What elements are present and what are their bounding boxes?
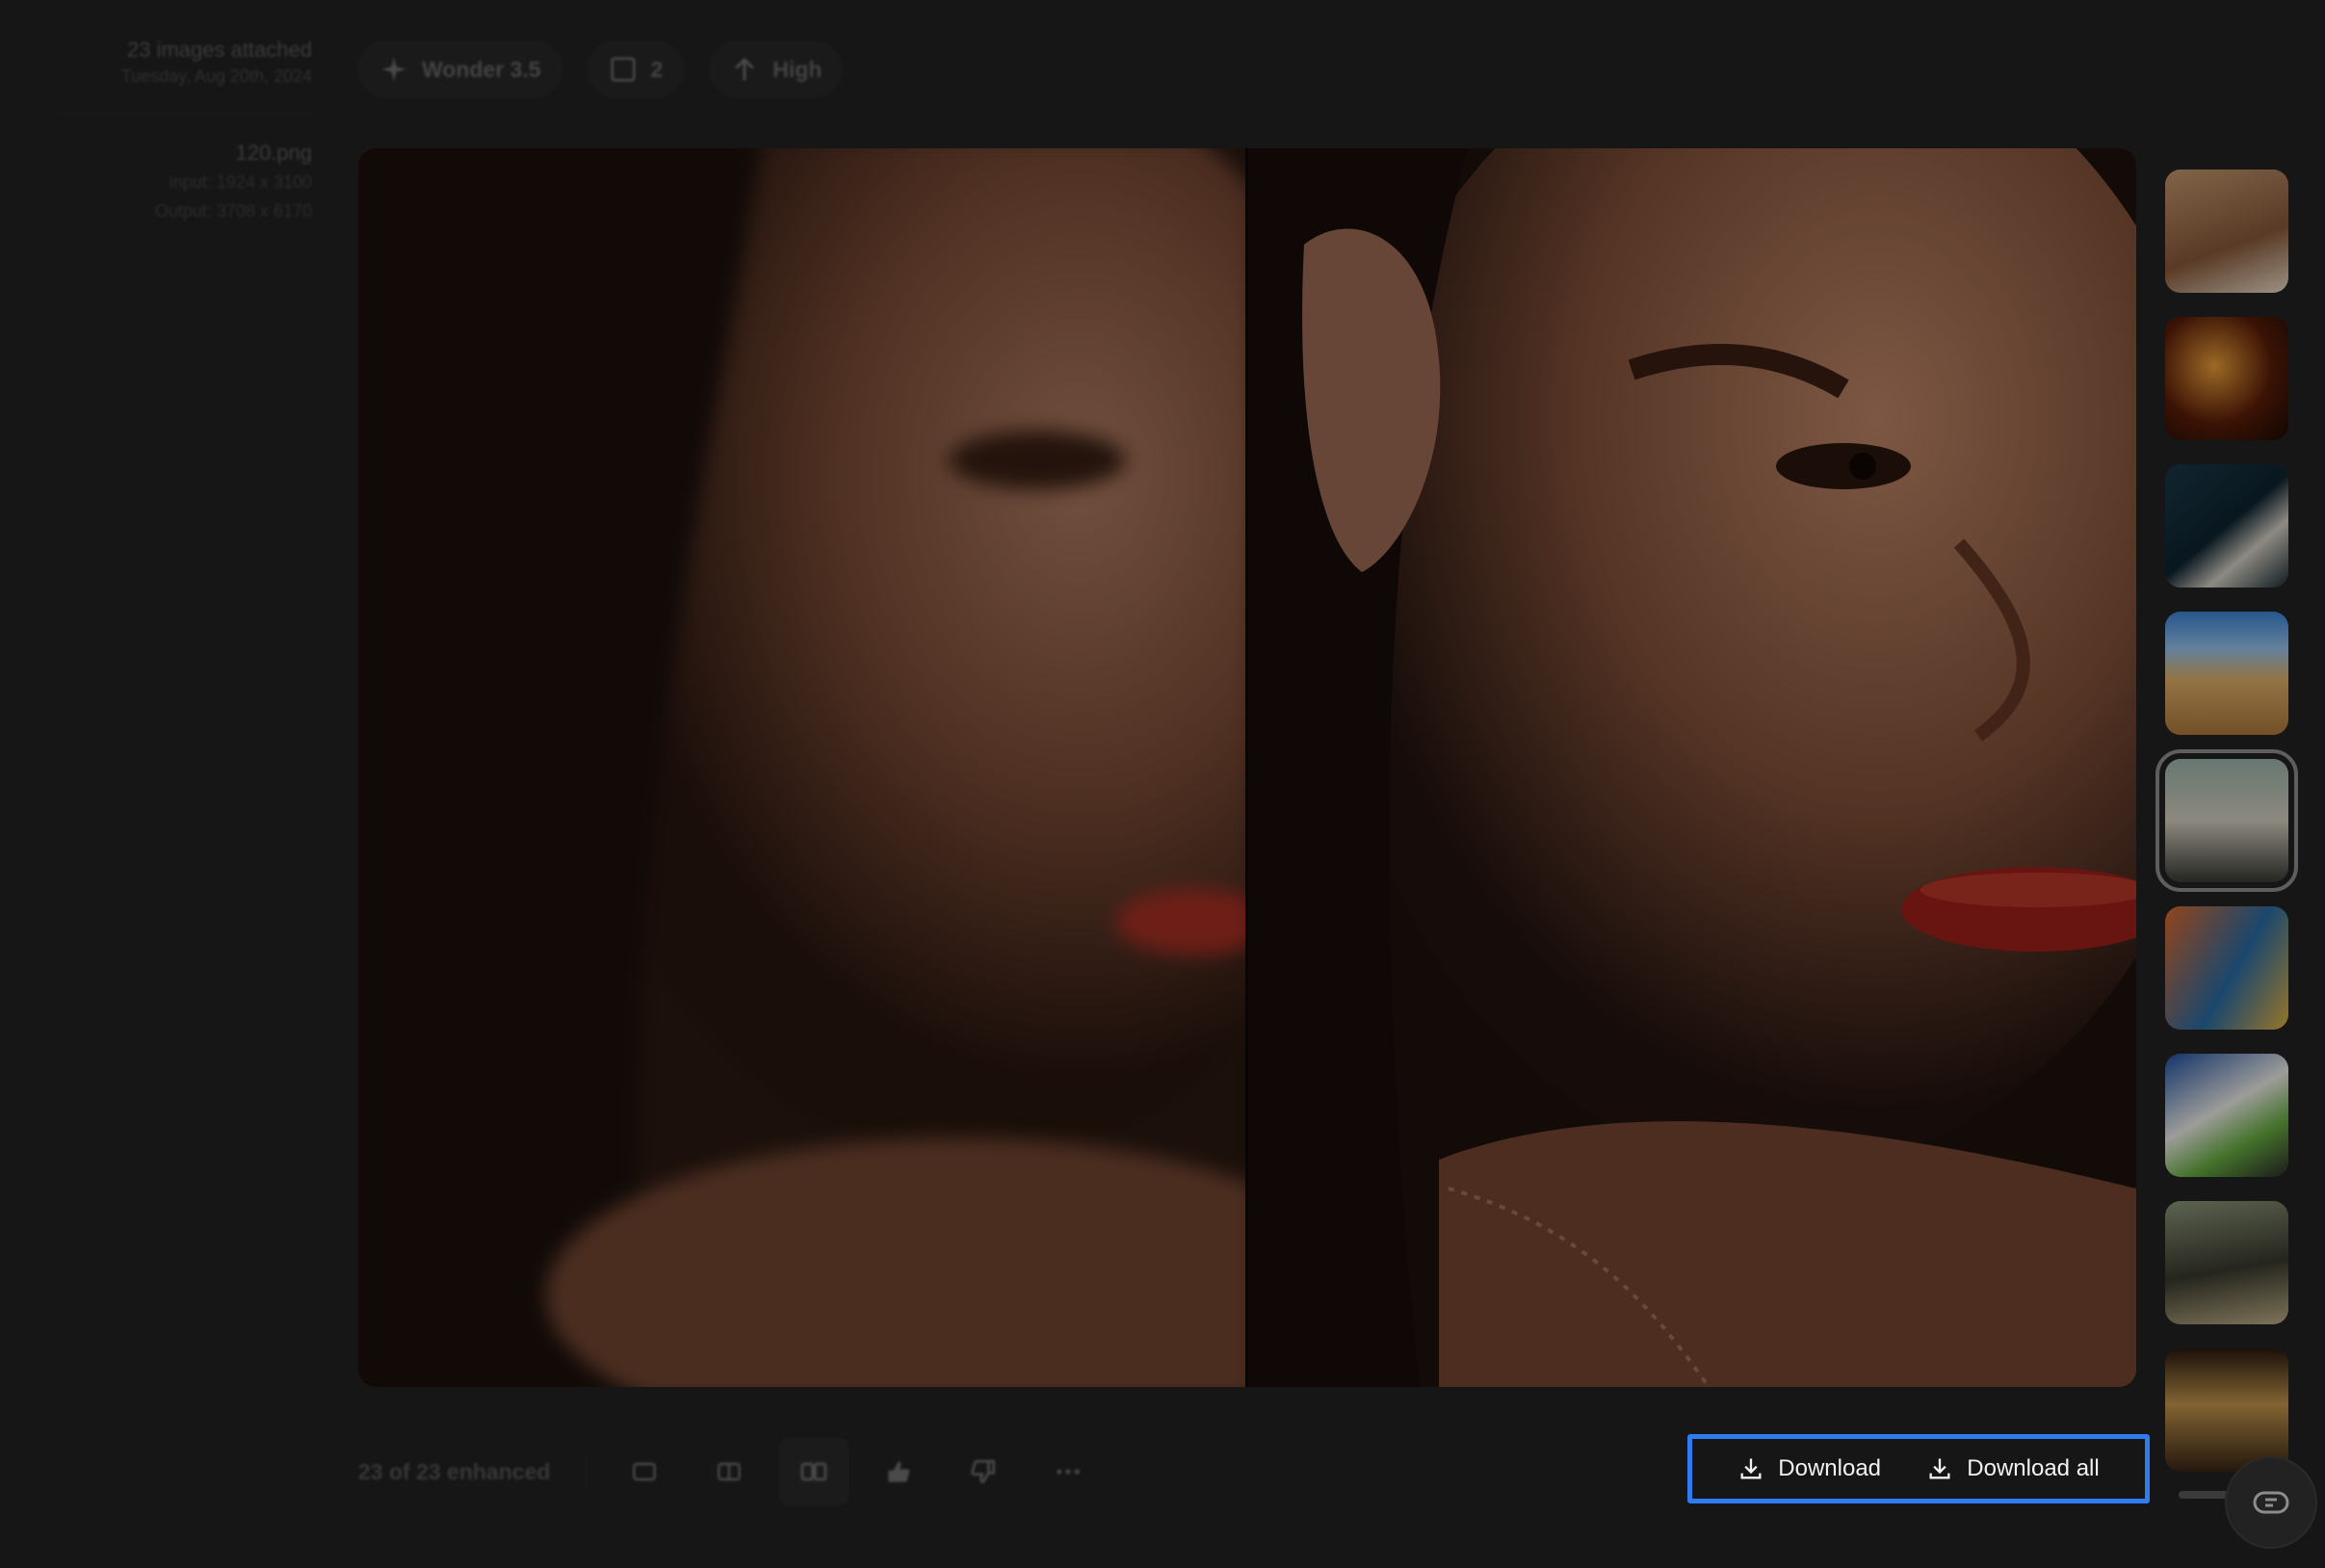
thumbnail[interactable] (2165, 1054, 2288, 1177)
scale-label: 2 (650, 56, 664, 82)
thumbnail[interactable] (2165, 906, 2288, 1030)
thumbnail[interactable] (2165, 1348, 2288, 1472)
upload-date: Tuesday, Aug 20th, 2024 (120, 66, 312, 86)
thumbnail[interactable] (2165, 317, 2288, 440)
thumbnail[interactable] (2165, 1201, 2288, 1324)
file-name: 120.png (235, 141, 312, 165)
more-options-button[interactable] (1033, 1437, 1103, 1506)
input-size: Input: 1924 x 3100 (168, 172, 312, 192)
scale-chip[interactable]: 2 (587, 40, 685, 98)
support-chat-button[interactable] (2227, 1458, 2315, 1547)
download-label: Download (1778, 1455, 1882, 1481)
quality-label: High (772, 56, 823, 82)
output-size: Output: 3708 x 6170 (154, 201, 312, 221)
quality-chip[interactable]: High (709, 40, 844, 98)
side-by-side-icon (801, 1462, 827, 1481)
download-icon (1740, 1458, 1762, 1479)
view-toolbar: 23 of 23 enhanced (358, 1433, 1118, 1510)
settings-chips: Wonder 3.5 2 High (358, 40, 844, 98)
download-all-icon (1929, 1458, 1950, 1479)
toolbar-divider (585, 1455, 588, 1488)
view-side-by-side-button[interactable] (779, 1437, 849, 1506)
thumbnail[interactable] (2165, 464, 2288, 588)
view-single-button[interactable] (610, 1437, 679, 1506)
thumbnail-strip (2155, 170, 2298, 1496)
dislike-button[interactable] (949, 1437, 1018, 1506)
model-chip[interactable]: Wonder 3.5 (358, 40, 562, 98)
frame-icon (611, 57, 636, 82)
sparkle-icon (381, 57, 406, 82)
slider-view-icon (718, 1462, 742, 1481)
before-image (358, 148, 1256, 1387)
download-all-button[interactable]: Download all (1926, 1455, 2100, 1482)
thumbs-up-icon (888, 1461, 910, 1482)
thumbnail-selected[interactable] (2155, 749, 2298, 892)
enhance-status: 23 of 23 enhanced (358, 1458, 551, 1484)
download-button[interactable]: Download (1737, 1455, 1881, 1482)
before-after-comparison[interactable] (358, 148, 2136, 1387)
info-divider (58, 114, 312, 116)
arrow-up-icon (735, 57, 755, 81)
download-actions: Download Download all (1687, 1434, 2150, 1503)
comparison-slider[interactable] (1245, 148, 1248, 1387)
like-button[interactable] (864, 1437, 933, 1506)
thumbs-down-icon (971, 1460, 996, 1484)
thumbnail[interactable] (2165, 612, 2288, 735)
chat-bubble-icon (2253, 1491, 2289, 1514)
model-label: Wonder 3.5 (422, 56, 541, 82)
view-slider-button[interactable] (694, 1437, 764, 1506)
more-icon (1057, 1469, 1081, 1475)
thumbnail[interactable] (2165, 170, 2288, 293)
image-info-panel: 23 images attached Tuesday, Aug 20th, 20… (58, 37, 312, 225)
after-image (1246, 148, 2136, 1387)
download-all-label: Download all (1967, 1455, 2100, 1481)
attachment-count: 23 images attached (126, 38, 312, 62)
single-view-icon (633, 1462, 657, 1481)
